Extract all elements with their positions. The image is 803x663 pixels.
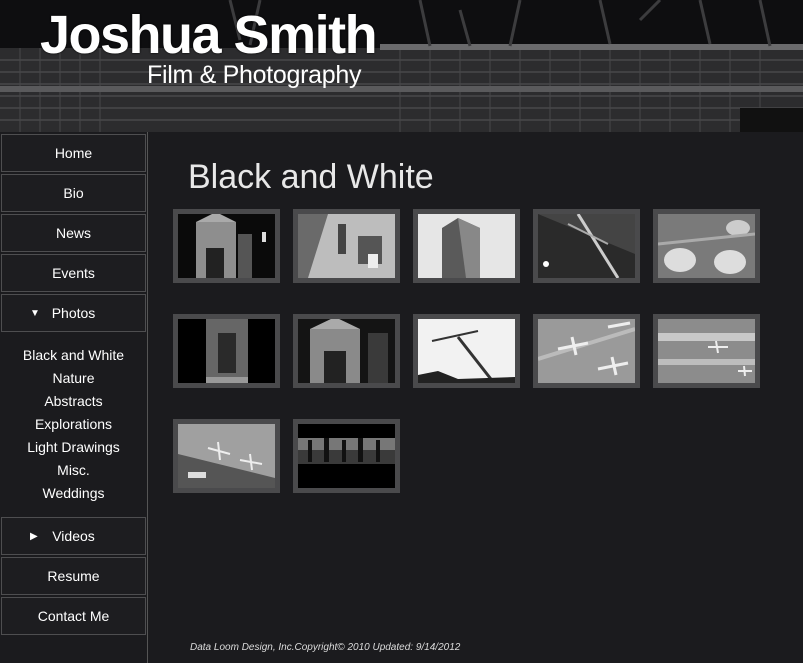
sidebar-item-bio[interactable]: Bio <box>1 174 146 212</box>
sidebar-nav: Home Bio News Events ▼ Photos Black and … <box>0 132 148 663</box>
photos-submenu: Black and White Nature Abstracts Explora… <box>1 344 146 505</box>
photo-thumbnail[interactable] <box>293 209 400 283</box>
sidebar-item-events[interactable]: Events <box>1 254 146 292</box>
photo-thumbnail[interactable] <box>173 314 280 388</box>
submenu-item-weddings[interactable]: Weddings <box>1 482 146 505</box>
footer-copyright: Data Loom Design, Inc.Copyright© 2010 Up… <box>190 642 461 653</box>
sidebar-item-label: Resume <box>47 568 100 584</box>
sidebar-item-home[interactable]: Home <box>1 134 146 172</box>
submenu-item-light-drawings[interactable]: Light Drawings <box>1 436 146 459</box>
thumbnail-image-airport-planes <box>538 319 635 383</box>
thumbnail-image-church-door <box>178 319 275 383</box>
sidebar-item-contact[interactable]: Contact Me <box>1 597 146 635</box>
thumbnail-image-cathedral <box>178 214 275 278</box>
sidebar-item-videos[interactable]: ▶ Videos <box>1 517 146 555</box>
submenu-item-explorations[interactable]: Explorations <box>1 413 146 436</box>
thumbnail-image-storage-tanks <box>658 214 755 278</box>
sidebar-item-label: Videos <box>52 528 95 544</box>
photo-thumbnail[interactable] <box>653 314 760 388</box>
photo-thumbnail[interactable] <box>653 209 760 283</box>
sidebar-item-label: Events <box>52 265 95 281</box>
sidebar-item-photos[interactable]: ▼ Photos <box>1 294 146 332</box>
photo-thumbnail[interactable] <box>293 314 400 388</box>
sidebar-item-label: Bio <box>63 185 84 201</box>
photo-thumbnail[interactable] <box>173 209 280 283</box>
thumbnail-image-tower-crane <box>538 214 635 278</box>
triangle-right-icon: ▶ <box>30 530 38 542</box>
site-subtitle: Film & Photography <box>147 61 362 89</box>
sidebar-item-label: Photos <box>51 305 96 321</box>
photo-thumbnail[interactable] <box>533 209 640 283</box>
photo-thumbnail[interactable] <box>413 209 520 283</box>
submenu-item-black-and-white[interactable]: Black and White <box>1 344 146 367</box>
page-title: Black and White <box>188 158 434 196</box>
sidebar-item-label: Contact Me <box>37 608 110 624</box>
thumbnail-image-silhouettes <box>298 424 395 488</box>
thumbnail-image-crane <box>418 319 515 383</box>
thumbnail-image-airport-terminal <box>178 424 275 488</box>
thumbnail-image-skyscraper <box>418 214 515 278</box>
photo-thumbnail[interactable] <box>533 314 640 388</box>
site-title: Joshua Smith <box>40 5 378 65</box>
sidebar-item-label: News <box>55 225 91 241</box>
photo-thumbnail[interactable] <box>413 314 520 388</box>
photo-thumbnail[interactable] <box>173 419 280 493</box>
submenu-item-misc[interactable]: Misc. <box>1 459 146 482</box>
triangle-down-icon: ▼ <box>30 307 40 319</box>
thumbnail-image-aerial-construction <box>298 214 395 278</box>
sidebar-item-label: Home <box>54 145 93 161</box>
thumbnail-image-airport-runway <box>658 319 755 383</box>
sidebar-item-news[interactable]: News <box>1 214 146 252</box>
submenu-item-nature[interactable]: Nature <box>1 367 146 390</box>
submenu-item-abstracts[interactable]: Abstracts <box>1 390 146 413</box>
photo-thumbnail[interactable] <box>293 419 400 493</box>
thumbnail-image-cathedral <box>298 319 395 383</box>
sidebar-item-resume[interactable]: Resume <box>1 557 146 595</box>
header-banner: Joshua Smith Film & Photography <box>0 0 803 132</box>
